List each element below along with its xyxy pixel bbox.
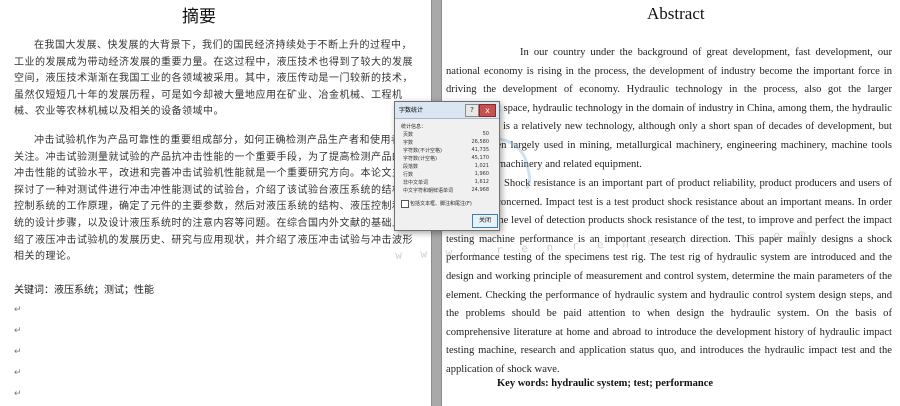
stat-value: 1,612 xyxy=(474,179,489,185)
word-count-dialog: 字数统计 ? x 统计信息： 页数 50 字数 26,580 字符数(不计空格) 41… xyxy=(394,101,500,231)
stat-label: 字符数(不计空格) xyxy=(403,148,442,154)
paragraph-mark: ↵ xyxy=(14,367,22,377)
close-icon[interactable]: x xyxy=(479,104,496,117)
document-page-left: 摘要 在我国大发展、快发展的大背景下，我们的国民经济持续处于不断上升的过程中，工… xyxy=(0,0,431,406)
stat-value: 24,968 xyxy=(471,187,490,193)
stat-value: 1,960 xyxy=(474,171,489,177)
paragraph-mark: ↵ xyxy=(14,346,22,356)
paragraph-mark: ↵ xyxy=(14,388,22,398)
document-page-right: Abstract In our country under the backgr… xyxy=(442,0,900,406)
keywords-english: Key words: hydraulic system; test; perfo… xyxy=(497,378,714,389)
stat-value: 1,021 xyxy=(474,163,489,169)
stat-label: 字符数(计空格) xyxy=(403,156,437,162)
keywords-chinese: 关键词：液压系统；测试；性能 xyxy=(14,285,154,296)
page-title-chinese: 摘要 xyxy=(182,7,216,27)
stat-value: 50 xyxy=(482,131,489,137)
dialog-title: 字数统计 xyxy=(399,107,424,114)
stat-label: 字数 xyxy=(403,140,414,146)
stat-label: 段落数 xyxy=(403,164,419,170)
statistics-label: 统计信息： xyxy=(401,124,427,130)
stat-value: 26,580 xyxy=(471,139,490,145)
page-title-english: Abstract xyxy=(647,4,705,23)
abstract-paragraph-cn-1: 在我国大发展、快发展的大背景下，我们的国民经济持续处于不断上升的过程中，工业的发… xyxy=(14,40,413,118)
abstract-paragraph-cn-2: 冲击试验机作为产品可靠性的重要组成部分，如何正确检测产品生产者和使用者的关注。冲… xyxy=(14,135,413,263)
paragraph-mark: ↵ xyxy=(14,325,22,335)
abstract-paragraph-en-2: Shock resistance is an important part of… xyxy=(446,178,892,375)
stat-label: 页数 xyxy=(403,132,414,138)
stat-value: 41,735 xyxy=(471,147,490,153)
help-button[interactable]: ? xyxy=(465,104,479,117)
stat-label: 非中文单词 xyxy=(403,180,429,186)
stat-label: 行数 xyxy=(403,172,414,178)
close-button[interactable]: 关闭 xyxy=(472,214,498,228)
stat-value: 45,170 xyxy=(471,155,490,161)
paragraph-mark: ↵ xyxy=(14,304,22,314)
dialog-titlebar[interactable]: 字数统计 ? x xyxy=(395,102,499,119)
include-textboxes-checkbox[interactable] xyxy=(401,200,409,208)
include-textboxes-label: 包括文本框、脚注和尾注(F) xyxy=(410,201,472,207)
stat-label: 中文字符和朝鲜语单词 xyxy=(403,188,454,194)
